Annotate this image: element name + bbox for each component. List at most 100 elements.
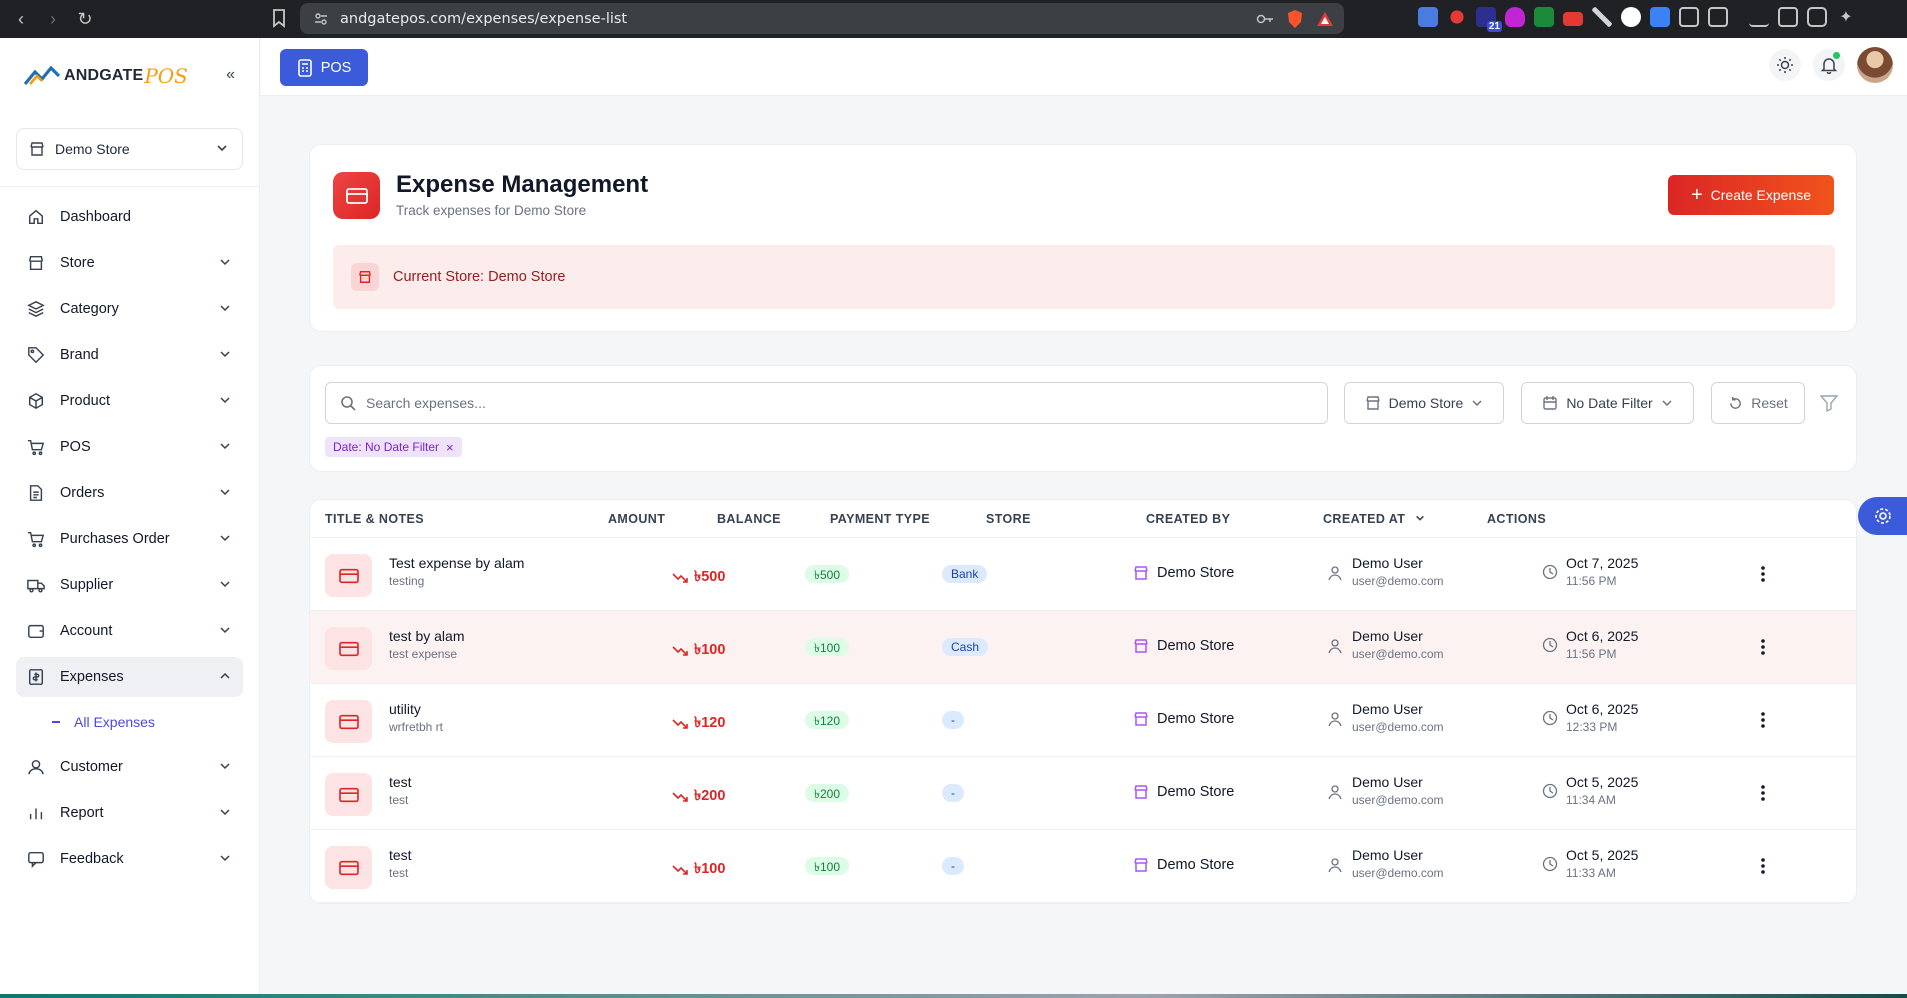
shield-ext-icon[interactable] bbox=[1505, 7, 1525, 27]
balance-badge: ৳100 bbox=[805, 638, 849, 656]
sidebar-item-customer[interactable]: Customer bbox=[16, 747, 243, 787]
search-box[interactable] bbox=[325, 382, 1328, 424]
cookie-ext-icon[interactable] bbox=[1650, 7, 1670, 27]
bookmark-icon[interactable] bbox=[272, 8, 286, 28]
sidebar-subitem-all-expenses[interactable]: All Expenses bbox=[16, 703, 243, 741]
sidebar-item-purchases-order[interactable]: Purchases Order bbox=[16, 519, 243, 559]
amount-value: ৳500 bbox=[694, 569, 726, 585]
clock-icon bbox=[1542, 710, 1558, 726]
sidebar-item-supplier[interactable]: Supplier bbox=[16, 565, 243, 605]
dark-ext-icon[interactable] bbox=[1621, 7, 1641, 27]
credit-card-icon bbox=[325, 846, 372, 889]
date-filter-label: No Date Filter bbox=[1566, 395, 1653, 411]
address-bar[interactable]: andgatepos.com/expenses/expense-list bbox=[300, 3, 1344, 34]
plus-icon: + bbox=[1690, 184, 1703, 206]
sidebar-item-product[interactable]: Product bbox=[16, 381, 243, 421]
brave-rewards-icon[interactable] bbox=[1316, 11, 1334, 27]
pen-ext-icon[interactable] bbox=[1592, 7, 1612, 27]
more-actions-icon[interactable] bbox=[1753, 564, 1773, 584]
reset-icon bbox=[1730, 396, 1742, 409]
logo[interactable]: ANDGATE POS « bbox=[0, 38, 259, 114]
table-row[interactable]: test test ৳100 ৳100 - Demo Store Demo Us… bbox=[310, 830, 1856, 903]
site-info-icon[interactable] bbox=[314, 12, 328, 26]
user-icon bbox=[1328, 566, 1342, 581]
created-by: Demo User user@demo.com bbox=[1328, 847, 1444, 880]
sidebar-item-report[interactable]: Report bbox=[16, 793, 243, 833]
youtube-ext-icon[interactable] bbox=[1563, 11, 1583, 26]
expense-title: utility bbox=[389, 701, 421, 717]
sidebar-item-pos[interactable]: POS bbox=[16, 427, 243, 467]
store-filter-dropdown[interactable]: Demo Store bbox=[1344, 382, 1504, 424]
sidebar-item-orders[interactable]: Orders bbox=[16, 473, 243, 513]
settings-fab[interactable] bbox=[1858, 497, 1907, 535]
sidebar-item-account[interactable]: Account bbox=[16, 611, 243, 651]
sidebar-item-feedback[interactable]: Feedback bbox=[16, 839, 243, 879]
reload-icon[interactable]: ↻ bbox=[74, 8, 96, 30]
store-select-label: Demo Store bbox=[55, 141, 130, 157]
cart-icon bbox=[26, 437, 46, 457]
create-expense-button[interactable]: + Create Expense bbox=[1668, 175, 1834, 215]
theme-toggle-button[interactable] bbox=[1769, 49, 1801, 81]
sort-chevron-icon[interactable] bbox=[1415, 513, 1425, 523]
more-actions-icon[interactable] bbox=[1753, 783, 1773, 803]
column-header-label: CREATED AT bbox=[1323, 512, 1406, 526]
remove-chip-icon[interactable]: × bbox=[446, 440, 454, 455]
created-time: 12:33 PM bbox=[1566, 720, 1618, 734]
filter-icon[interactable] bbox=[1820, 394, 1838, 412]
collapse-sidebar-icon[interactable]: « bbox=[226, 66, 235, 84]
sidebar-item-dashboard[interactable]: Dashboard bbox=[16, 197, 243, 237]
translate-ext-icon[interactable] bbox=[1418, 7, 1438, 27]
trending-down-icon bbox=[672, 573, 688, 583]
date-filter-dropdown[interactable]: No Date Filter bbox=[1521, 382, 1694, 424]
more-actions-icon[interactable] bbox=[1753, 856, 1773, 876]
expense-note: testing bbox=[389, 574, 425, 588]
download-icon[interactable] bbox=[1749, 7, 1769, 27]
wallet-browser-icon[interactable] bbox=[1807, 7, 1827, 27]
user-name: Demo User bbox=[1352, 555, 1423, 571]
search-input[interactable] bbox=[366, 395, 1266, 411]
home-icon bbox=[26, 207, 46, 227]
store-select[interactable]: Demo Store bbox=[16, 128, 243, 170]
column-header-label: BALANCE bbox=[717, 512, 781, 526]
table-row[interactable]: test by alam test expense ৳100 ৳100 Cash… bbox=[310, 611, 1856, 684]
screenshot-ext-icon[interactable] bbox=[1708, 7, 1728, 27]
pos-button[interactable]: POS bbox=[280, 49, 368, 86]
extensions-bar: 21 ✦ bbox=[1418, 7, 1856, 32]
table-row[interactable]: test test ৳200 ৳200 - Demo Store Demo Us… bbox=[310, 757, 1856, 830]
record-ext-icon[interactable] bbox=[1447, 7, 1467, 27]
sidebar-toggle-icon[interactable] bbox=[1778, 7, 1798, 27]
leo-ai-icon[interactable]: ✦ bbox=[1836, 7, 1856, 27]
sidebar-item-brand[interactable]: Brand bbox=[16, 335, 243, 375]
desktop-wallpaper-strip bbox=[0, 994, 1907, 998]
column-header: AMOUNT bbox=[608, 512, 665, 526]
column-header[interactable]: CREATED AT bbox=[1323, 512, 1425, 526]
trending-down-icon bbox=[672, 719, 688, 729]
row-store: Demo Store bbox=[1133, 638, 1234, 654]
notifications-button[interactable] bbox=[1813, 49, 1845, 81]
more-actions-icon[interactable] bbox=[1753, 710, 1773, 730]
url-text: andgatepos.com/expenses/expense-list bbox=[340, 10, 628, 27]
box-icon bbox=[26, 391, 46, 411]
gear-icon bbox=[1874, 508, 1891, 524]
sidebar-item-category[interactable]: Category bbox=[16, 289, 243, 329]
chevron-down-icon bbox=[220, 855, 230, 862]
table-row[interactable]: utility wrfretbh rt ৳120 ৳120 - Demo Sto… bbox=[310, 684, 1856, 757]
expense-title: test by alam bbox=[389, 628, 465, 644]
sidebar-item-label: POS bbox=[60, 439, 91, 455]
table-row[interactable]: Test expense by alam testing ৳500 ৳500 B… bbox=[310, 538, 1856, 611]
reset-button[interactable]: Reset bbox=[1711, 382, 1805, 424]
sheet-ext-icon[interactable] bbox=[1534, 7, 1554, 27]
created-date: Oct 7, 2025 bbox=[1566, 555, 1639, 571]
key-icon[interactable] bbox=[1256, 13, 1274, 25]
more-actions-icon[interactable] bbox=[1753, 637, 1773, 657]
brave-shield-icon[interactable] bbox=[1286, 9, 1304, 29]
sidebar-item-expenses[interactable]: Expenses bbox=[16, 657, 243, 697]
expense-note: test bbox=[389, 793, 409, 807]
forward-icon[interactable]: › bbox=[42, 8, 64, 30]
grid-ext-icon[interactable]: 21 bbox=[1476, 7, 1502, 32]
avatar[interactable] bbox=[1857, 47, 1893, 83]
payment-type-badge: Cash bbox=[942, 638, 989, 656]
puzzle-icon[interactable] bbox=[1679, 7, 1699, 27]
sidebar-item-store[interactable]: Store bbox=[16, 243, 243, 283]
back-icon[interactable]: ‹ bbox=[10, 8, 32, 30]
